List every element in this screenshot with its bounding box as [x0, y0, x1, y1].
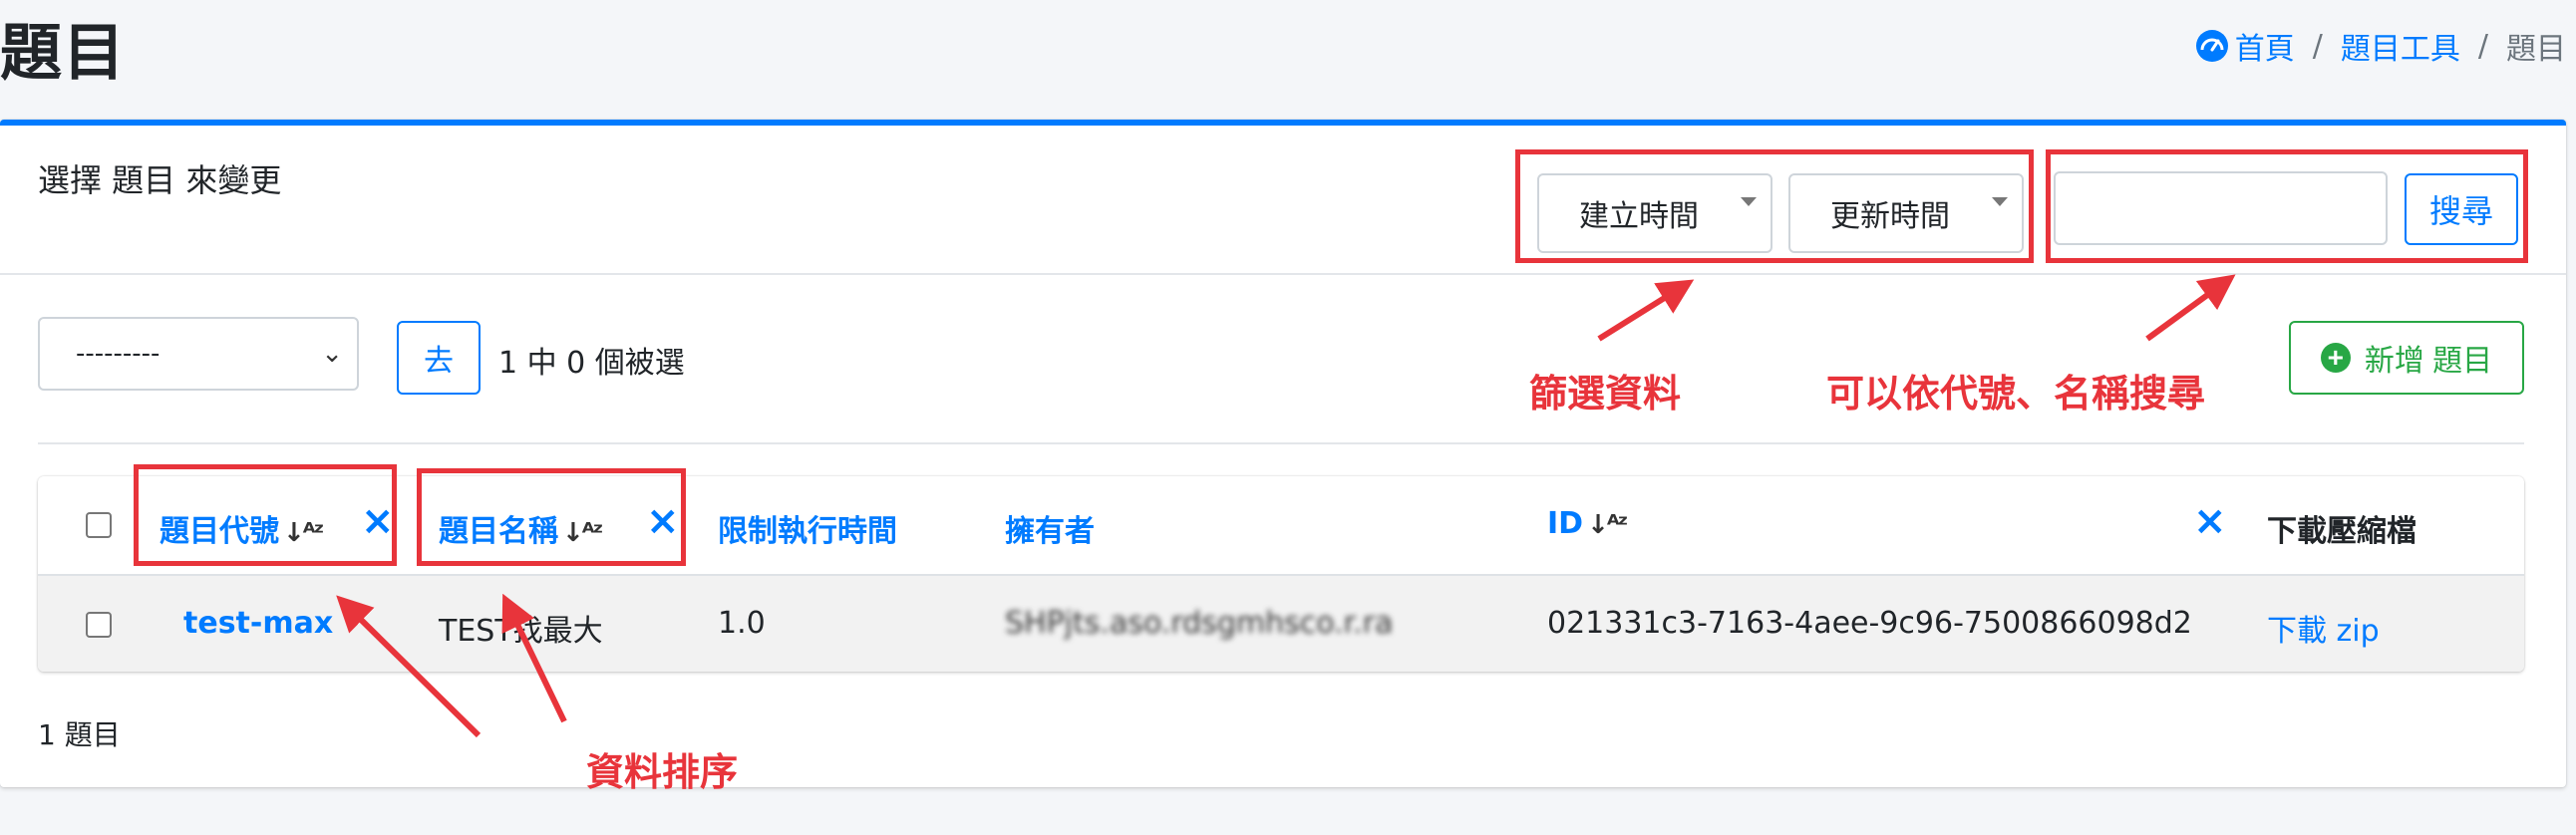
annotation-label-filter: 篩選資料	[1529, 372, 1682, 416]
breadcrumb-separator: /	[2477, 28, 2488, 64]
row-time-limit: 1.0	[718, 606, 766, 641]
column-header-download: 下載壓縮檔	[2267, 514, 2416, 549]
breadcrumb-separator: /	[2312, 28, 2323, 64]
divider	[38, 442, 2524, 444]
breadcrumb: 首頁 / 題目工具 / 題目	[2195, 24, 2566, 68]
annotation-box-search	[2046, 149, 2528, 263]
breadcrumb-home-label: 首頁	[2234, 32, 2295, 67]
action-select-value: ---------	[76, 339, 161, 369]
breadcrumb-tools[interactable]: 題目工具	[2341, 24, 2460, 68]
selected-count: 1 中 0 個被選	[498, 346, 685, 381]
action-select[interactable]: --------- ⌄	[38, 317, 359, 391]
table-header: 題目代號 ↓ᴬᶻ × 題目名稱 ↓ᴬᶻ × 限制執行時間 擁有者 ID ↓ᴬᶻ × 下…	[38, 476, 2524, 576]
row-owner: SHPjts.aso.rdsgmhsco.r.ra	[1005, 606, 1394, 641]
row-id: 021331c3-7163-4aee-9c96-7500866098d2	[1547, 606, 2192, 641]
annotation-label-search: 可以依代號、名稱搜尋	[1826, 372, 2206, 416]
column-header-time-limit[interactable]: 限制執行時間	[718, 506, 897, 550]
column-header-owner[interactable]: 擁有者	[1005, 506, 1095, 550]
download-zip-link[interactable]: 下載 zip	[2267, 606, 2380, 650]
dashboard-icon	[2195, 29, 2229, 63]
select-all-checkbox[interactable]	[86, 512, 112, 538]
add-problem-button[interactable]: + 新增 題目	[2289, 321, 2524, 395]
row-checkbox[interactable]	[86, 612, 112, 638]
results-table: 題目代號 ↓ᴬᶻ × 題目名稱 ↓ᴬᶻ × 限制執行時間 擁有者 ID ↓ᴬᶻ × 下…	[38, 476, 2524, 672]
column-id-label: ID	[1547, 506, 1584, 541]
go-button[interactable]: 去	[397, 321, 481, 395]
card-title: 選擇 題目 來變更	[38, 161, 282, 199]
row-name: TEST找最大	[439, 614, 603, 649]
column-header-id[interactable]: ID ↓ᴬᶻ	[1547, 506, 1628, 541]
row-code-link[interactable]: test-max	[183, 606, 333, 641]
table-row: test-max TEST找最大 1.0 SHPjts.aso.rdsgmhsc…	[38, 576, 2524, 672]
annotation-box-name-column	[417, 468, 686, 566]
annotation-box-filters	[1515, 149, 2034, 263]
add-problem-label: 新增 題目	[2364, 345, 2493, 378]
result-count: 1 題目	[38, 718, 121, 751]
remove-sort-icon[interactable]: ×	[2193, 498, 2227, 544]
chevron-down-icon: ⌄	[321, 339, 343, 369]
sort-icon: ↓ᴬᶻ	[1587, 510, 1628, 540]
breadcrumb-home[interactable]: 首頁	[2195, 24, 2295, 68]
annotation-label-sort: 資料排序	[586, 750, 739, 794]
breadcrumb-current: 題目	[2506, 32, 2566, 67]
annotation-box-code-column	[134, 464, 397, 566]
plus-circle-icon: +	[2320, 343, 2351, 373]
page-title: 題目	[0, 16, 127, 89]
